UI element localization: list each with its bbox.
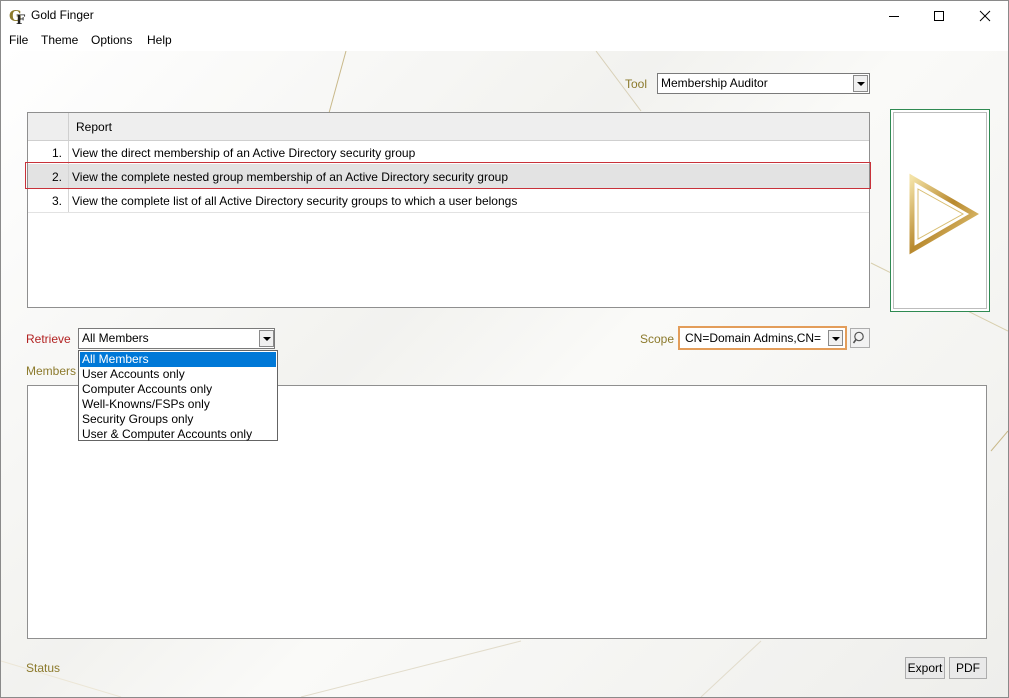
close-icon — [979, 10, 991, 22]
menu-theme[interactable]: Theme — [41, 33, 78, 47]
menu-bar: File Theme Options Help — [1, 31, 1008, 51]
members-label: Members — [26, 364, 77, 378]
menu-help[interactable]: Help — [147, 33, 172, 47]
report-table: Report 1. View the direct membership of … — [27, 112, 870, 308]
scope-combo[interactable]: CN=Domain Admins,CN= — [678, 326, 847, 350]
report-row-number: 1. — [51, 146, 62, 160]
main-panel: Tool Membership Auditor Report 1. View t… — [1, 51, 1008, 697]
retrieve-option[interactable]: Computer Accounts only — [80, 382, 276, 397]
pdf-button[interactable]: PDF — [949, 657, 987, 679]
maximize-button[interactable] — [916, 1, 962, 31]
tool-select[interactable]: Membership Auditor — [657, 73, 870, 94]
scope-label: Scope — [640, 332, 675, 346]
retrieve-select[interactable]: All Members — [78, 328, 275, 349]
report-table-header: Report — [28, 113, 869, 141]
play-icon — [909, 173, 979, 255]
chevron-down-icon[interactable] — [853, 75, 868, 92]
chevron-down-icon[interactable] — [259, 330, 274, 347]
retrieve-dropdown-list: All Members User Accounts only Computer … — [78, 350, 278, 441]
window-title: Gold Finger — [31, 8, 94, 22]
title-bar[interactable]: G F Gold Finger — [1, 1, 1008, 31]
tool-select-value: Membership Auditor — [661, 76, 768, 90]
app-window: G F Gold Finger File Theme Options Help — [0, 0, 1009, 698]
minimize-icon — [889, 16, 899, 17]
scope-search-button[interactable] — [850, 328, 870, 348]
search-icon — [852, 331, 864, 344]
retrieve-label: Retrieve — [26, 332, 71, 346]
report-column-header: Report — [76, 120, 113, 134]
retrieve-option[interactable]: User Accounts only — [80, 367, 276, 382]
status-label: Status — [26, 661, 61, 675]
retrieve-option[interactable]: All Members — [80, 352, 276, 367]
report-row-text: View the complete list of all Active Dir… — [72, 194, 518, 208]
chevron-down-icon[interactable] — [828, 330, 843, 346]
retrieve-option[interactable]: Well-Knowns/FSPs only — [80, 397, 276, 412]
tool-label: Tool — [625, 77, 648, 91]
menu-file[interactable]: File — [9, 33, 28, 47]
maximize-icon — [934, 11, 944, 21]
export-button[interactable]: Export — [905, 657, 945, 679]
retrieve-option[interactable]: User & Computer Accounts only — [80, 427, 276, 442]
run-button[interactable] — [890, 109, 990, 312]
retrieve-option[interactable]: Security Groups only — [80, 412, 276, 427]
report-row-text: View the direct membership of an Active … — [72, 146, 416, 160]
scope-value: CN=Domain Admins,CN= — [685, 331, 822, 345]
menu-options[interactable]: Options — [91, 33, 132, 47]
app-logo-icon: G F — [9, 7, 26, 25]
close-button[interactable] — [962, 1, 1008, 31]
retrieve-select-value: All Members — [82, 331, 149, 345]
selected-row-outline — [25, 162, 871, 189]
minimize-button[interactable] — [871, 1, 917, 31]
report-row-3[interactable]: 3. View the complete list of all Active … — [28, 189, 869, 213]
svg-text:F: F — [16, 13, 26, 25]
report-row-number: 3. — [51, 194, 62, 208]
